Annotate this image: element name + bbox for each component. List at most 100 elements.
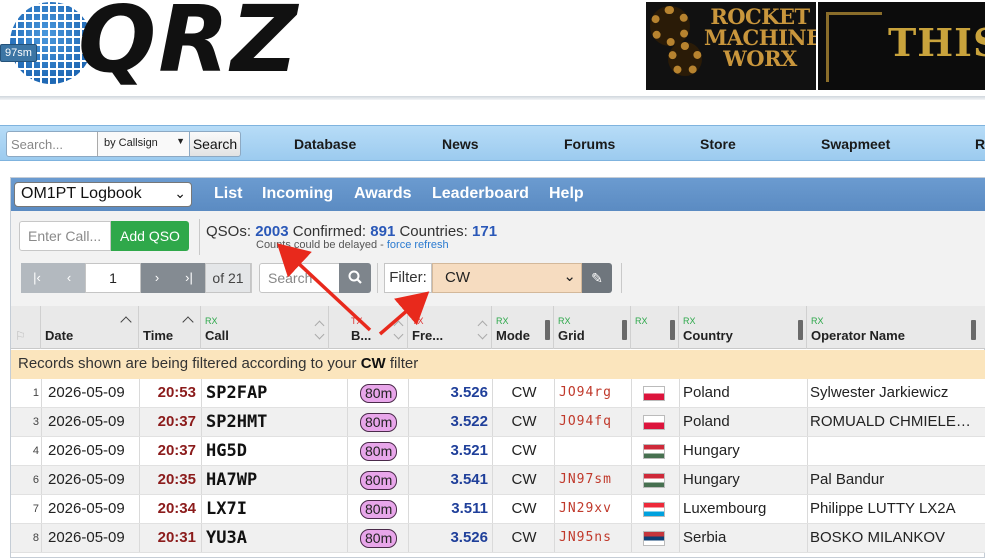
column-resize-handle[interactable] <box>670 320 675 340</box>
col-mode-label: Mode <box>496 328 530 343</box>
qrz-logo[interactable]: QRZ <box>78 0 300 86</box>
col-time-header[interactable]: Time <box>139 306 201 349</box>
cell-callsign[interactable]: LX7I <box>206 495 346 523</box>
tab-incoming[interactable]: Incoming <box>262 185 333 203</box>
site-search-input[interactable] <box>11 134 95 154</box>
nav-swapmeet[interactable]: Swapmeet <box>821 136 890 152</box>
col-operator-header[interactable]: RX Operator Name <box>807 306 985 349</box>
next-page-button[interactable]: › <box>141 263 173 293</box>
cell-country: Hungary <box>683 442 740 459</box>
col-date-header[interactable]: Date <box>41 306 139 349</box>
force-refresh-link[interactable]: force refresh <box>387 239 449 251</box>
qsos-count[interactable]: 2003 <box>255 223 288 240</box>
row-number: 7 <box>32 503 39 515</box>
cell-operator: BOSKO MILANKOV <box>810 529 946 546</box>
nav-forums[interactable]: Forums <box>564 136 615 152</box>
column-resize-handle[interactable] <box>622 320 627 340</box>
cell-frequency: 3.511 <box>451 500 488 517</box>
col-freq-header[interactable]: TX Fre... <box>408 306 492 349</box>
col-dxcc-header[interactable]: RX <box>631 306 679 349</box>
flag-outline-icon: ⚐ <box>15 329 26 343</box>
filter-label: Filter: <box>384 263 432 293</box>
column-resize-handle[interactable] <box>545 320 550 340</box>
col-band-header[interactable]: TX B... <box>347 306 408 349</box>
prev-page-button[interactable]: ‹ <box>53 263 85 293</box>
page-number-input[interactable]: 1 <box>85 263 141 293</box>
column-divider <box>139 408 140 436</box>
tab-awards[interactable]: Awards <box>354 185 412 203</box>
sort-asc-icon <box>120 316 132 328</box>
table-row[interactable]: 1 2026-05-09 20:53 SP2FAP 3.526 CW JO94rg Polan… <box>11 379 985 408</box>
cell-grid[interactable]: JN95ns <box>559 524 629 552</box>
site-header: 97sm QRZ ROCKET MACHINE WORX THIS <box>0 0 985 96</box>
cell-mode: CW <box>511 413 537 430</box>
tab-help[interactable]: Help <box>549 185 584 203</box>
cell-grid[interactable]: JN29xv <box>559 495 629 523</box>
table-row[interactable]: 7 2026-05-09 20:34 LX7I 3.511 CW JN29xv Luxembo… <box>11 495 985 524</box>
ad-banner-rocket-machine-worx[interactable]: ROCKET MACHINE WORX <box>646 2 816 90</box>
search-by-select[interactable]: by Callsign ▼ <box>97 132 189 156</box>
logbook-select[interactable]: OM1PT Logbook ⌄ <box>14 182 192 207</box>
col-flag-header[interactable]: ⚐ <box>11 306 41 349</box>
filter-select[interactable]: CW ⌄ <box>432 263 582 293</box>
enter-call-input[interactable]: Enter Call... <box>19 221 111 251</box>
rx-tag: RX <box>496 316 509 326</box>
column-divider <box>347 495 348 523</box>
cell-callsign[interactable]: SP2FAP <box>206 379 346 407</box>
countries-count[interactable]: 171 <box>472 223 497 240</box>
cell-callsign[interactable]: SP2HMT <box>206 408 346 436</box>
ad-banner-this[interactable]: THIS <box>818 2 985 90</box>
logbook-search-input[interactable]: Search <box>259 263 341 293</box>
cell-callsign[interactable]: YU3A <box>206 524 346 552</box>
table-row[interactable]: 3 2026-05-09 20:37 SP2HMT 3.522 CW JO94fq Polan… <box>11 408 985 437</box>
cell-date: 2026-05-09 <box>48 471 125 488</box>
cell-time: 20:34 <box>157 500 196 517</box>
col-grid-header[interactable]: RX Grid <box>554 306 631 349</box>
sort-asc-icon <box>182 316 194 328</box>
cell-date: 2026-05-09 <box>48 529 125 546</box>
cell-flag <box>641 408 681 436</box>
column-resize-handle[interactable] <box>971 320 976 340</box>
table-row[interactable]: 6 2026-05-09 20:35 HA7WP 3.541 CW JN97sm Hungar… <box>11 466 985 495</box>
cell-callsign[interactable]: HG5D <box>206 437 346 465</box>
gear-icon <box>668 42 702 76</box>
cell-flag <box>641 524 681 552</box>
countries-label: Countries: <box>399 223 468 240</box>
band-badge: 80m <box>360 500 398 519</box>
cell-callsign[interactable]: HA7WP <box>206 466 346 494</box>
col-country-header[interactable]: RX Country <box>679 306 807 349</box>
edit-filter-button[interactable]: ✎ <box>582 263 612 293</box>
cell-grid[interactable]: JO94fq <box>559 408 629 436</box>
cell-frequency: 3.522 <box>450 413 488 430</box>
serbia-flag-icon <box>643 531 665 546</box>
col-call-header[interactable]: RX Call <box>201 306 329 349</box>
first-page-button[interactable]: |‹ <box>21 263 53 293</box>
nav-news[interactable]: News <box>442 136 479 152</box>
last-page-button[interactable]: ›| <box>173 263 205 293</box>
cell-band: 80m <box>360 466 400 494</box>
table-row[interactable]: 4 2026-05-09 20:37 HG5D 3.521 CW Hungary 80m <box>11 437 985 466</box>
column-divider <box>139 379 140 407</box>
confirmed-count[interactable]: 891 <box>370 223 395 240</box>
column-divider <box>139 524 140 552</box>
col-band-label: B... <box>351 328 372 343</box>
site-search-button[interactable]: Search <box>189 131 241 157</box>
cell-grid[interactable] <box>559 437 629 465</box>
cell-grid[interactable]: JN97sm <box>559 466 629 494</box>
cell-frequency: 3.541 <box>450 471 488 488</box>
col-mode-header[interactable]: RX Mode <box>492 306 554 349</box>
nav-database[interactable]: Database <box>294 136 356 152</box>
ad2-text: THIS <box>888 20 985 65</box>
cell-grid[interactable]: JO94rg <box>559 379 629 407</box>
nav-store[interactable]: Store <box>700 136 736 152</box>
cell-band: 80m <box>360 495 400 523</box>
column-resize-handle[interactable] <box>798 320 803 340</box>
tab-leaderboard[interactable]: Leaderboard <box>432 185 529 203</box>
tab-list[interactable]: List <box>214 185 242 203</box>
nav-more[interactable]: R <box>975 136 985 152</box>
logbook-search-button[interactable] <box>339 263 371 293</box>
cell-frequency: 3.526 <box>450 529 488 546</box>
table-row[interactable]: 8 2026-05-09 20:31 YU3A 3.526 CW JN95ns Serbia B… <box>11 524 985 553</box>
cell-flag <box>641 495 681 523</box>
add-qso-button[interactable]: Add QSO <box>111 221 189 251</box>
